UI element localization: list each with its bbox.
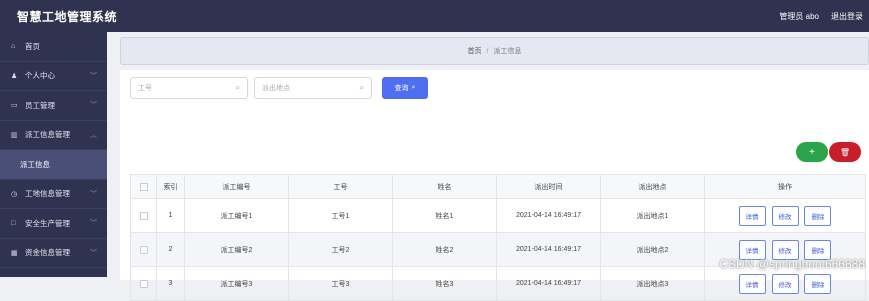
top-bar: 智慧工地管理系统 管理员 abo 退出登录 — [0, 0, 869, 32]
sidebar: ⌂ 首页 ♟ 个人中心 ﹀ ▭ 员工管理 ﹀ ▥ 派工信息管理 ︿ 派工信息 ◷… — [0, 32, 107, 277]
content-panel: 工号 ⌕ 派出地点 ⌕ 查询 ⌕ + 🗑 索引 派工编号 工号 姓名 派出时间 … — [120, 70, 869, 301]
chevron-down-icon: ﹀ — [90, 72, 97, 80]
breadcrumb-current: 派工信息 — [493, 48, 522, 55]
logout-link[interactable]: 退出登录 — [831, 11, 863, 22]
cell-name: 姓名1 — [392, 198, 497, 233]
query-label: 查询 — [394, 85, 409, 92]
dispatch-table: 索引 派工编号 工号 姓名 派出时间 派出地点 操作 1 派工编号1 工号1 姓… — [130, 174, 866, 301]
main-content: 首页 / 派工信息 工号 ⌕ 派出地点 ⌕ 查询 ⌕ + 🗑 索引 派工编号 工… — [107, 32, 869, 301]
column-header: 派工编号 — [184, 174, 289, 199]
sidebar-item-home[interactable]: ⌂ 首页 — [0, 32, 107, 62]
table-row: 1 派工编号1 工号1 姓名1 2021-04-14 16:49:17 派出地点… — [130, 198, 866, 233]
select-all-checkbox[interactable] — [139, 182, 148, 191]
detail-button[interactable]: 详情 — [738, 205, 766, 226]
column-header: 操作 — [704, 174, 866, 199]
search-bar: 工号 ⌕ 派出地点 ⌕ 查询 ⌕ — [130, 77, 428, 99]
cell-actions: 详情 修改 删除 — [704, 266, 866, 301]
sidebar-item-label: 个人中心 — [25, 71, 55, 81]
sidebar-subitem-dispatch-info[interactable]: 派工信息 — [0, 150, 107, 180]
cell-dispatch-no: 派工编号2 — [184, 232, 289, 267]
search-icon: ⌕ — [235, 83, 240, 92]
job-no-placeholder: 工号 — [138, 85, 152, 92]
batch-delete-button[interactable]: 🗑 — [829, 142, 861, 162]
chevron-down-icon: ﹀ — [90, 102, 97, 110]
cell-job-no: 工号3 — [288, 266, 393, 301]
breadcrumb-home[interactable]: 首页 — [468, 46, 482, 56]
chevron-up-icon: ︿ — [90, 131, 97, 139]
trash-icon: ▥ — [11, 131, 18, 139]
chevron-down-icon: ﹀ — [90, 190, 97, 198]
cell-job-no: 工号1 — [288, 198, 393, 233]
user-icon: ♟ — [11, 72, 18, 80]
square-icon: □ — [11, 219, 16, 227]
app-title: 智慧工地管理系统 — [17, 9, 118, 24]
delete-button[interactable]: 删除 — [804, 205, 832, 226]
cell-place: 派出地点1 — [600, 198, 705, 233]
column-header: 工号 — [288, 174, 393, 199]
cell-name: 姓名3 — [392, 266, 497, 301]
cell-dispatch-no: 派工编号3 — [184, 266, 289, 301]
cell-time: 2021-04-14 16:49:17 — [496, 266, 601, 301]
search-icon: ⌕ — [359, 83, 364, 92]
table-row: 3 派工编号3 工号3 姓名3 2021-04-14 16:49:17 派出地点… — [130, 266, 866, 301]
sidebar-item-profile[interactable]: ♟ 个人中心 ﹀ — [0, 62, 107, 91]
sidebar-item-label: 员工管理 — [25, 100, 55, 110]
sidebar-item-dispatch-management[interactable]: ▥ 派工信息管理 ︿ — [0, 121, 107, 150]
current-user[interactable]: 管理员 abo — [779, 11, 819, 22]
sidebar-item-safety-management[interactable]: □ 安全生产管理 ﹀ — [0, 209, 107, 239]
grid-icon: ▦ — [11, 249, 18, 257]
sidebar-item-label: 工地信息管理 — [25, 189, 70, 199]
column-header: 姓名 — [392, 174, 497, 199]
sidebar-item-funds-management[interactable]: ▦ 资金信息管理 ﹀ — [0, 239, 107, 268]
trash-icon: 🗑 — [839, 147, 851, 157]
place-placeholder: 派出地点 — [262, 85, 290, 92]
sidebar-item-employees[interactable]: ▭ 员工管理 ﹀ — [0, 91, 107, 121]
breadcrumb: 首页 / 派工信息 — [120, 37, 869, 65]
sidebar-item-label: 派工信息管理 — [25, 130, 70, 140]
cell-dispatch-no: 派工编号1 — [184, 198, 289, 233]
cell-time: 2021-04-14 16:49:17 — [496, 232, 601, 267]
cell-index: 3 — [156, 266, 185, 301]
table-header-row: 索引 派工编号 工号 姓名 派出时间 派出地点 操作 — [130, 174, 866, 199]
sidebar-item-label: 派工信息 — [20, 159, 50, 169]
column-header: 派出时间 — [496, 174, 601, 199]
row-checkbox[interactable] — [139, 279, 148, 288]
row-checkbox[interactable] — [139, 211, 148, 220]
cell-place: 派出地点2 — [600, 232, 705, 267]
sidebar-item-label: 资金信息管理 — [25, 248, 70, 258]
id-card-icon: ▭ — [11, 102, 18, 110]
add-button[interactable]: + — [796, 142, 828, 162]
job-no-search-field[interactable]: 工号 ⌕ — [130, 77, 248, 99]
place-search-field[interactable]: 派出地点 ⌕ — [254, 77, 372, 99]
edit-button[interactable]: 修改 — [771, 205, 799, 226]
column-header: 索引 — [156, 174, 185, 199]
chevron-down-icon: ﹀ — [90, 220, 97, 228]
search-icon: ⌕ — [411, 84, 416, 91]
sidebar-item-label: 首页 — [25, 41, 40, 51]
cell-job-no: 工号2 — [288, 232, 393, 267]
row-select-cell[interactable] — [130, 198, 157, 233]
query-button[interactable]: 查询 ⌕ — [382, 77, 428, 99]
cell-time: 2021-04-14 16:49:17 — [496, 198, 601, 233]
row-select-cell[interactable] — [130, 232, 157, 267]
cell-name: 姓名2 — [392, 232, 497, 267]
watermark: CSDN @springboot666888 — [719, 257, 865, 271]
sidebar-item-site-management[interactable]: ◷ 工地信息管理 ﹀ — [0, 180, 107, 209]
cell-actions: 详情 修改 删除 — [704, 198, 866, 233]
row-checkbox[interactable] — [139, 245, 148, 254]
chevron-down-icon: ﹀ — [90, 249, 97, 257]
column-header: 派出地点 — [600, 174, 705, 199]
cell-index: 2 — [156, 232, 185, 267]
sidebar-item-label: 安全生产管理 — [25, 218, 70, 228]
cell-place: 派出地点3 — [600, 266, 705, 301]
cell-index: 1 — [156, 198, 185, 233]
breadcrumb-separator: / — [486, 47, 489, 55]
select-all-header[interactable] — [130, 174, 157, 199]
home-icon: ⌂ — [11, 42, 16, 50]
clock-icon: ◷ — [11, 190, 18, 198]
row-select-cell[interactable] — [130, 266, 157, 301]
